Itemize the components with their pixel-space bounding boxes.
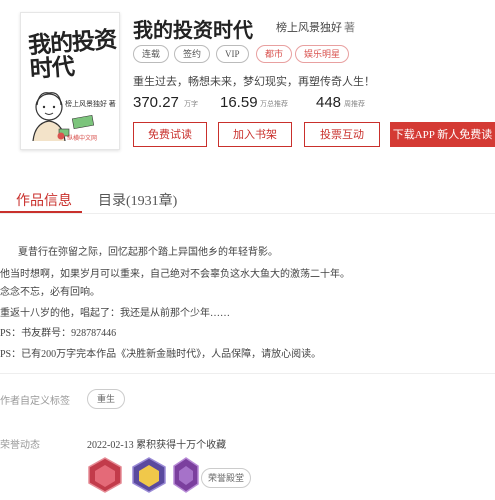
add-shelf-button[interactable]: 加入书架	[218, 122, 292, 147]
weekly-recommend-unit: 周推荐	[344, 100, 365, 108]
honors-label: 荣誉动态	[0, 440, 40, 451]
tag-vip: VIP	[216, 45, 249, 63]
desc-line: PS：已有200万字完本作品《决胜新金融时代》，人品保障，请放心阅读。	[0, 349, 322, 360]
cover-publisher: 纵横中文网	[67, 136, 98, 142]
book-title: 我的投资时代	[133, 20, 253, 42]
book-cover[interactable]: 我的投资时代 榜上风景独好 著 纵横中文网	[20, 12, 120, 150]
tag-signed: 签约	[174, 45, 211, 63]
honor-badge-icon[interactable]	[173, 457, 199, 493]
honor-badge-icon[interactable]	[132, 457, 166, 493]
cover-title: 我的投资时代	[27, 27, 117, 83]
tag-status: 连载	[133, 45, 170, 63]
word-count: 370.27	[133, 94, 179, 111]
desc-line: 念念不忘，必有回响。	[0, 287, 100, 298]
desc-line: PS：书友群号：928787446	[0, 328, 117, 339]
book-intro: 重生过去，畅想未来，梦幻现实，再塑传奇人生！	[133, 76, 375, 88]
tag-genre[interactable]: 都市	[256, 45, 293, 63]
honor-badge-icon[interactable]	[88, 457, 122, 493]
total-recommend: 16.59	[220, 94, 258, 111]
free-read-button[interactable]: 免费试读	[133, 122, 207, 147]
vote-button[interactable]: 投票互动	[304, 122, 380, 147]
custom-tag-label: 作者自定义标签	[0, 396, 70, 407]
custom-tag-pill[interactable]: 重生	[87, 389, 126, 409]
word-count-unit: 万字	[184, 100, 198, 108]
tab-info[interactable]: 作品信息	[16, 190, 72, 210]
honor-entry: 2022-02-13 累积获得十万个收藏	[87, 440, 227, 451]
honor-hall-button[interactable]: 荣誉殿堂	[201, 468, 252, 488]
publisher-logo-icon	[57, 132, 65, 140]
tag-subgenre[interactable]: 娱乐明星	[295, 45, 350, 63]
desc-line: 重返十八岁的他，唱起了：我还是从前那个少年……	[0, 308, 230, 319]
author-suffix: 著	[344, 22, 355, 34]
cover-money-icon	[71, 114, 95, 130]
download-app-button[interactable]: 下载APP 新人免费读	[390, 122, 495, 147]
desc-line: 他当时想啊，如果岁月可以重来，自己绝对不会辜负这水大鱼大的激荡二十年。	[0, 269, 350, 280]
weekly-recommend: 448	[316, 94, 342, 111]
tab-divider	[0, 213, 495, 214]
active-tab-indicator	[0, 211, 82, 213]
section-divider	[0, 373, 495, 374]
total-recommend-unit: 万总推荐	[260, 100, 288, 108]
author-link[interactable]: 榜上风景独好	[276, 19, 342, 35]
cover-author: 榜上风景独好 著	[65, 100, 116, 108]
tab-catalog[interactable]: 目录(1931章)	[98, 190, 177, 210]
desc-line: 夏昔行在弥留之际，回忆起那个踏上异国他乡的年轻背影。	[18, 247, 278, 258]
